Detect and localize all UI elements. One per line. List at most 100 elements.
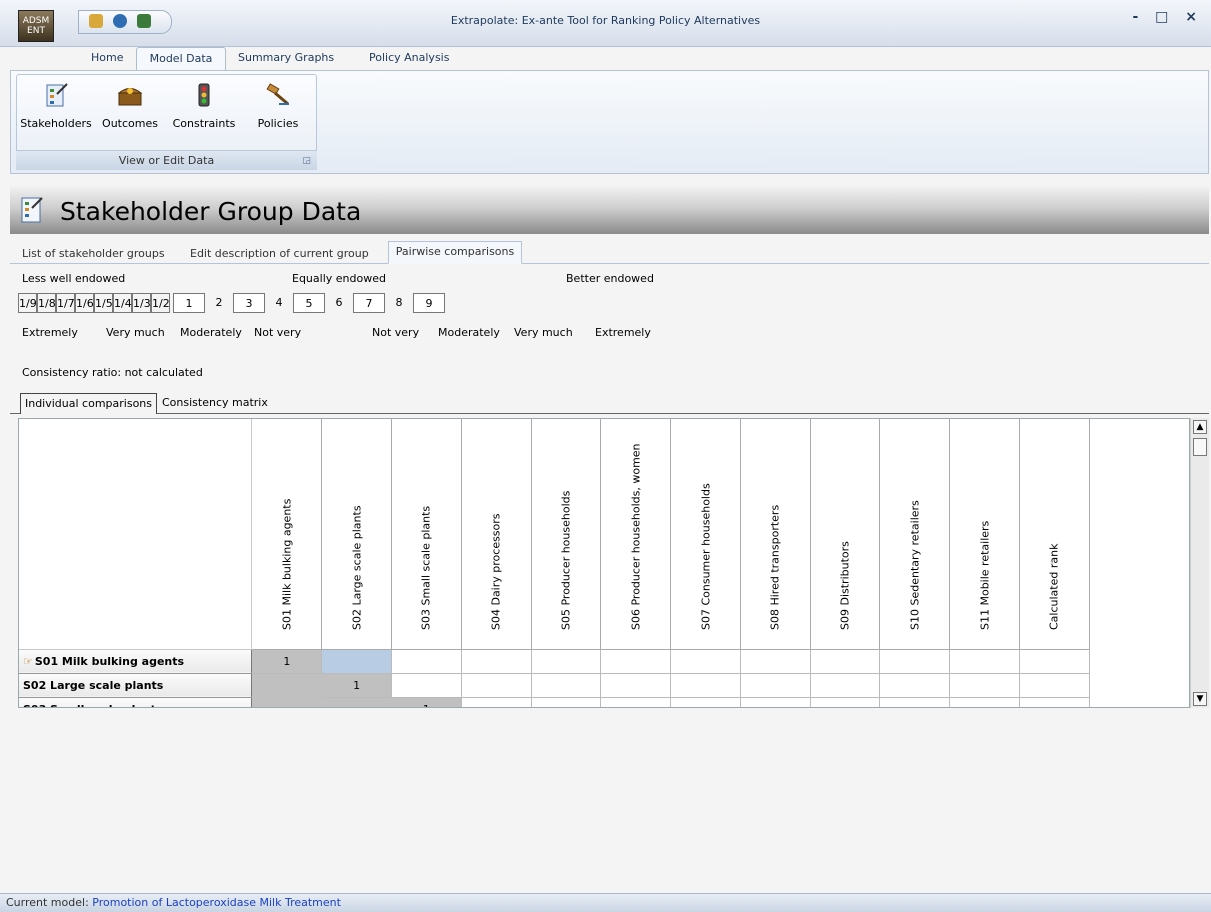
column-header[interactable]: S01 Milk bulking agents [251, 419, 323, 650]
matrix-cell[interactable] [461, 649, 532, 674]
scroll-thumb[interactable] [1193, 438, 1207, 456]
column-header[interactable]: Calculated rank [1019, 419, 1090, 650]
matrix-cell[interactable] [1019, 697, 1090, 707]
scale-label-less: Less well endowed [22, 272, 126, 285]
column-header[interactable]: S04 Dairy processors [461, 419, 532, 650]
scale-value-1-2[interactable]: 1/2 [151, 293, 170, 313]
scale-value-2[interactable]: 2 [205, 293, 233, 313]
table-row: ☞ S01 Milk bulking agents 1 [19, 649, 1189, 674]
matrix-cell[interactable] [740, 673, 811, 698]
page-title: Stakeholder Group Data [60, 197, 362, 226]
scale-bottom-extremely-right: Extremely [595, 326, 651, 339]
ribbon-tab-home[interactable]: Home [91, 48, 123, 68]
matrix-cell[interactable] [670, 673, 741, 698]
scale-value-3[interactable]: 3 [233, 293, 265, 313]
matrix-cell[interactable] [1019, 649, 1090, 674]
scale-value-1-3[interactable]: 1/3 [132, 293, 151, 313]
stakeholders-icon [46, 83, 68, 107]
selected-cell[interactable] [321, 649, 392, 674]
row-header[interactable]: S02 Large scale plants [19, 673, 253, 698]
matrix-cell[interactable] [251, 697, 323, 707]
scroll-down-icon[interactable]: ▼ [1193, 692, 1207, 706]
matrix-cell[interactable] [531, 673, 602, 698]
comparison-matrix: S01 Milk bulking agents S02 Large scale … [18, 418, 1190, 708]
matrix-cell[interactable] [670, 697, 741, 707]
column-header-label: S06 Producer households, women [629, 442, 643, 630]
matrix-cell[interactable] [600, 697, 672, 707]
subtab-pairwise-comparisons[interactable]: Pairwise comparisons [388, 241, 522, 264]
matrix-cell[interactable] [321, 697, 392, 707]
column-header[interactable]: S02 Large scale plants [321, 419, 392, 650]
row-filler [1089, 649, 1189, 673]
matrix-cell[interactable] [461, 673, 532, 698]
window-controls[interactable]: - □ × [1132, 9, 1203, 25]
matrix-cell[interactable] [949, 649, 1020, 674]
policies-button[interactable]: Policies [250, 80, 306, 140]
scale-value-1[interactable]: 1 [173, 293, 205, 313]
matrix-cell[interactable] [810, 673, 881, 698]
subtab-list-of-groups[interactable]: List of stakeholder groups [22, 245, 165, 263]
subtab-edit-description[interactable]: Edit description of current group [190, 245, 369, 263]
inner-tab-divider [10, 413, 1209, 414]
dialog-launcher-icon[interactable]: ◲ [302, 151, 311, 171]
matrix-cell[interactable] [670, 649, 741, 674]
matrix-cell[interactable] [810, 649, 881, 674]
scale-value-1-5[interactable]: 1/5 [94, 293, 113, 313]
scale-bottom-moderately-right: Moderately [438, 326, 500, 339]
scale-value-1-4[interactable]: 1/4 [113, 293, 132, 313]
matrix-cell[interactable] [531, 649, 602, 674]
scale-value-1-8[interactable]: 1/8 [37, 293, 56, 313]
column-header-label: S05 Producer households [559, 490, 573, 630]
outcomes-button[interactable]: Outcomes [94, 80, 166, 140]
matrix-cell[interactable] [879, 697, 951, 707]
ribbon-tab-policy-analysis[interactable]: Policy Analysis [369, 48, 449, 68]
scroll-up-icon[interactable]: ▲ [1193, 420, 1207, 434]
matrix-cell[interactable] [949, 673, 1020, 698]
scale-value-1-6[interactable]: 1/6 [75, 293, 94, 313]
status-label: Current model: [6, 896, 89, 909]
matrix-cell[interactable] [1019, 673, 1090, 698]
row-header[interactable]: S03 Small scale plants [19, 697, 253, 707]
scale-value-1-9[interactable]: 1/9 [18, 293, 37, 313]
matrix-cell[interactable] [531, 697, 602, 707]
vertical-scrollbar[interactable]: ▲ ▼ [1190, 418, 1209, 708]
scale-value-9[interactable]: 9 [413, 293, 445, 313]
matrix-cell[interactable] [810, 697, 881, 707]
ribbon-tab-model-data[interactable]: Model Data [136, 47, 226, 71]
matrix-cell[interactable] [391, 673, 462, 698]
tab-consistency-matrix[interactable]: Consistency matrix [162, 396, 268, 409]
scale-value-7[interactable]: 7 [353, 293, 385, 313]
column-header[interactable]: S06 Producer households, women [600, 419, 672, 650]
ribbon-tab-summary-graphs[interactable]: Summary Graphs [238, 48, 334, 68]
scale-label-equal: Equally endowed [292, 272, 386, 285]
column-header[interactable]: S10 Sedentary retailers [879, 419, 951, 650]
matrix-cell[interactable] [461, 697, 532, 707]
matrix-cell[interactable] [949, 697, 1020, 707]
matrix-cell[interactable] [391, 649, 462, 674]
column-filler [1089, 419, 1189, 649]
scale-value-8[interactable]: 8 [385, 293, 413, 313]
matrix-cell[interactable] [600, 673, 672, 698]
row-header[interactable]: ☞ S01 Milk bulking agents [19, 649, 253, 674]
matrix-cell[interactable] [251, 673, 323, 698]
column-header[interactable]: S08 Hired transporters [740, 419, 811, 650]
subtab-divider [10, 263, 1209, 264]
matrix-cell[interactable] [740, 697, 811, 707]
matrix-cell[interactable] [879, 673, 951, 698]
matrix-cell[interactable] [740, 649, 811, 674]
tab-individual-comparisons[interactable]: Individual comparisons [20, 393, 157, 414]
column-header[interactable]: S07 Consumer households [670, 419, 741, 650]
column-header[interactable]: S03 Small scale plants [391, 419, 462, 650]
scale-value-6[interactable]: 6 [325, 293, 353, 313]
column-header[interactable]: S05 Producer households [531, 419, 602, 650]
matrix-cell[interactable] [879, 649, 951, 674]
constraints-button[interactable]: Constraints [166, 80, 242, 140]
column-header[interactable]: S09 Distributors [810, 419, 881, 650]
scale-value-5[interactable]: 5 [293, 293, 325, 313]
matrix-cell[interactable] [600, 649, 672, 674]
column-header[interactable]: S11 Mobile retailers [949, 419, 1020, 650]
scale-value-1-7[interactable]: 1/7 [56, 293, 75, 313]
scale-value-4[interactable]: 4 [265, 293, 293, 313]
scale-bottom-not-very-left: Not very [254, 326, 302, 339]
stakeholders-button[interactable]: Stakeholders [18, 80, 94, 140]
